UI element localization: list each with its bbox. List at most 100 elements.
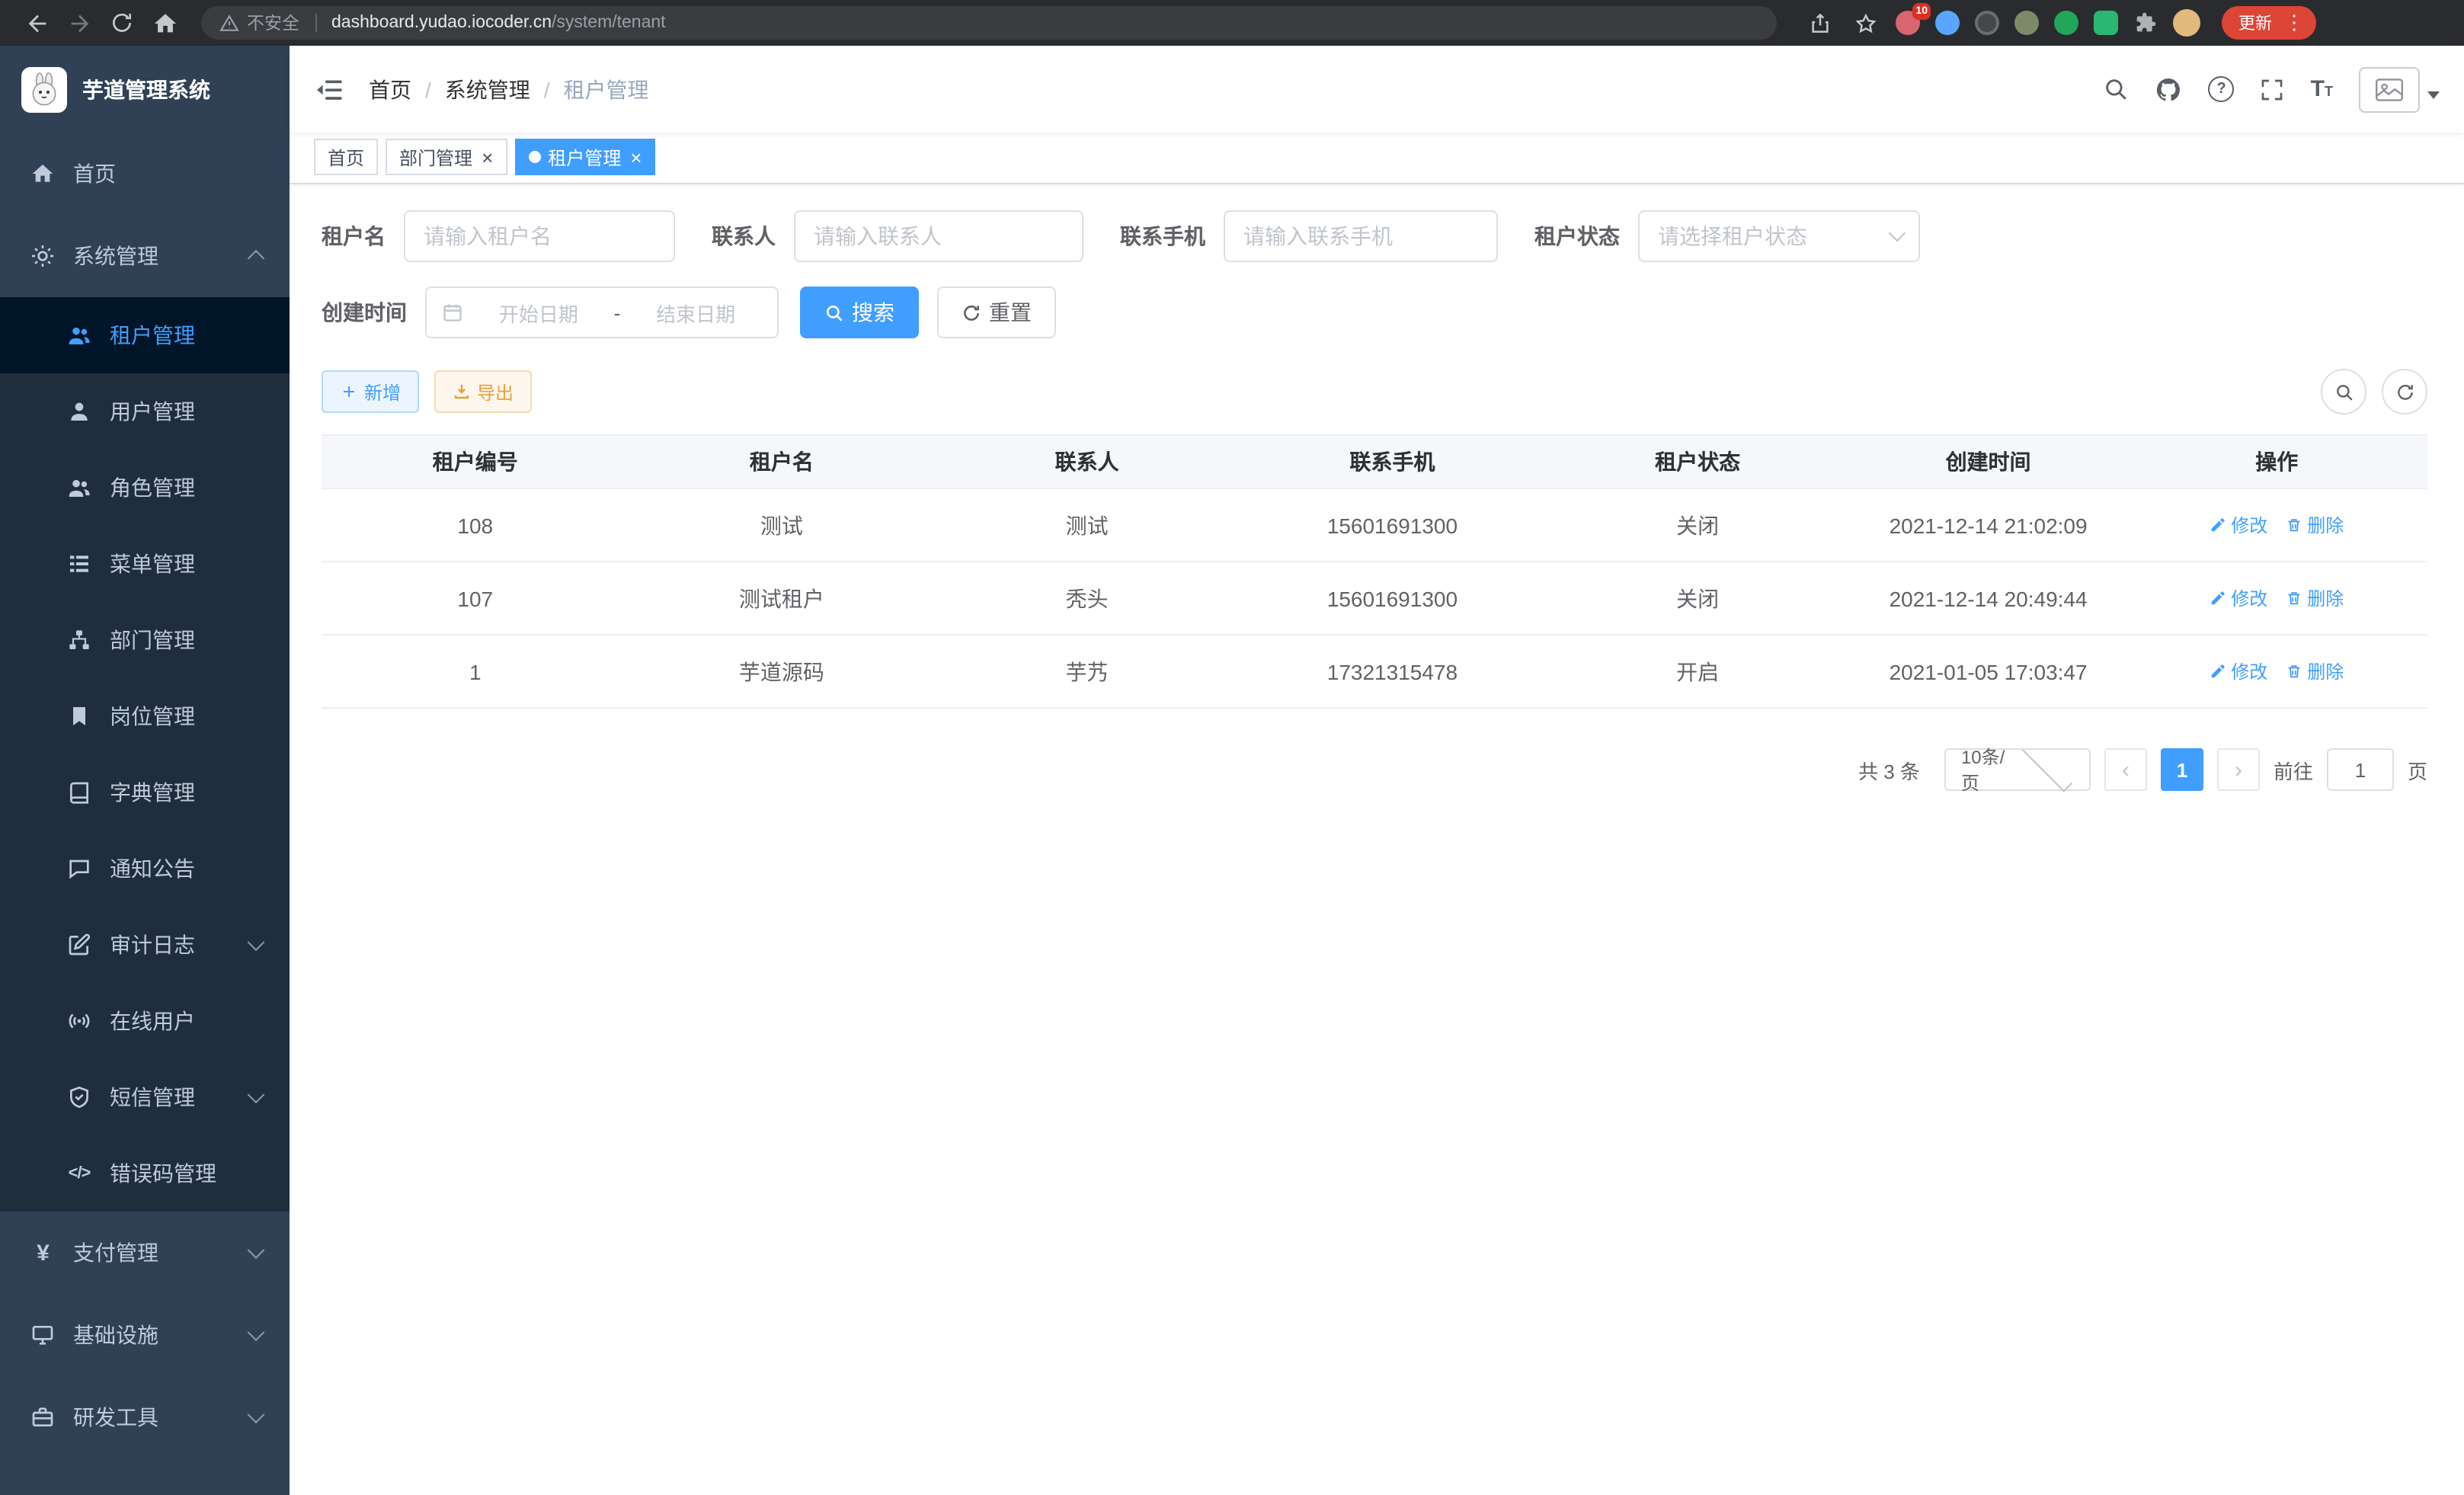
sidebar-item[interactable]: 系统管理 (0, 215, 290, 297)
fullscreen-icon[interactable] (2261, 77, 2285, 101)
column-header: 创建时间 (1851, 436, 2126, 488)
breadcrumb-item[interactable]: 系统管理 (445, 74, 564, 104)
breadcrumb-item[interactable]: 租户管理 (564, 74, 649, 104)
cell-contact: 秃头 (934, 562, 1240, 634)
help-icon[interactable]: ? (2209, 76, 2235, 102)
reload-icon[interactable] (101, 2, 143, 44)
cell-phone: 15601691300 (1240, 489, 1545, 561)
delete-link[interactable]: 删除 (2286, 585, 2344, 611)
logo[interactable]: 芋道管理系统 (0, 46, 290, 133)
sidebar-item[interactable]: ¥ 支付管理 (0, 1212, 290, 1294)
url-bar[interactable]: 不安全 dashboard.yudao.iocoder.cn/system/te… (201, 6, 1777, 40)
tenant-name-input[interactable] (404, 210, 675, 262)
goto-unit: 页 (2408, 755, 2427, 784)
home-icon[interactable] (143, 2, 186, 44)
date-separator: - (614, 301, 621, 324)
close-icon[interactable]: × (630, 147, 642, 167)
sidebar-item[interactable]: 研发工具 (0, 1376, 290, 1458)
date-range-picker[interactable]: 开始日期 - 结束日期 (425, 287, 779, 338)
extension-icon[interactable] (2094, 11, 2118, 35)
reset-button[interactable]: 重置 (937, 287, 1056, 338)
edit-link[interactable]: 修改 (2210, 512, 2267, 538)
tab[interactable]: 首页 (314, 139, 378, 175)
delete-link[interactable]: 删除 (2286, 512, 2344, 538)
breadcrumb-item[interactable]: 首页 (369, 74, 445, 104)
url-path: /system/tenant (552, 14, 666, 32)
contact-input[interactable] (794, 210, 1083, 262)
extension-icon[interactable] (2054, 11, 2078, 35)
close-icon[interactable]: × (482, 147, 493, 167)
github-icon[interactable] (2155, 75, 2183, 103)
cell-tenant-id: 1 (322, 635, 629, 707)
sidebar-item[interactable]: 短信管理 (0, 1059, 290, 1135)
sidebar-item-label: 审计日志 (110, 930, 195, 960)
delete-link[interactable]: 删除 (2286, 658, 2344, 684)
field-label: 联系手机 (1120, 221, 1205, 251)
sidebar-item-label: 字典管理 (110, 777, 195, 808)
sidebar-item[interactable]: 基础设施 (0, 1294, 290, 1376)
extension-icon[interactable] (1935, 11, 1960, 35)
pencil-icon (2210, 663, 2226, 680)
sidebar-item[interactable]: 在线用户 (0, 983, 290, 1059)
online-icon (67, 1009, 91, 1033)
trash-icon (2286, 590, 2302, 607)
profile-avatar[interactable] (2173, 9, 2200, 37)
site-security[interactable]: 不安全 (219, 11, 299, 35)
menu-fold-icon[interactable] (314, 74, 344, 104)
add-button[interactable]: 新增 (322, 370, 419, 413)
sidebar-item[interactable]: 部门管理 (0, 602, 290, 678)
tab[interactable]: 部门管理 × (386, 139, 507, 175)
screen: 不安全 dashboard.yudao.iocoder.cn/system/te… (0, 0, 2464, 1495)
sidebar-item-label: 短信管理 (110, 1082, 195, 1112)
tab[interactable]: 租户管理 × (514, 139, 655, 175)
sidebar-item[interactable]: 审计日志 (0, 907, 290, 983)
sidebar-item[interactable]: 用户管理 (0, 373, 290, 450)
browser-toolbar: 不安全 dashboard.yudao.iocoder.cn/system/te… (0, 0, 2464, 46)
export-button[interactable]: 导出 (434, 370, 532, 413)
sidebar-item[interactable]: 首页 (0, 133, 290, 215)
update-button[interactable]: 更新 ⋮ (2222, 6, 2316, 40)
extension-icon[interactable]: 10 (1896, 11, 1920, 35)
phone-input[interactable] (1224, 210, 1498, 262)
sidebar-item[interactable]: 通知公告 (0, 831, 290, 907)
sidebar-item-label: 通知公告 (110, 853, 195, 884)
sidebar-item[interactable]: 租户管理 (0, 297, 290, 373)
search-button[interactable]: 搜索 (800, 287, 919, 338)
status-select[interactable]: 请选择租户状态 (1638, 210, 1920, 262)
user-menu[interactable] (2359, 66, 2440, 112)
prev-page-button[interactable]: ‹ (2104, 748, 2147, 791)
sidebar-item[interactable]: 岗位管理 (0, 678, 290, 754)
browser-menu-icon[interactable]: ⋮ (2280, 11, 2309, 35)
sidebar-item[interactable]: 字典管理 (0, 754, 290, 831)
extension-icon[interactable] (1975, 11, 1999, 35)
table-header: 租户编号租户名联系人联系手机租户状态创建时间操作 (322, 434, 2427, 489)
edit-link[interactable]: 修改 (2210, 585, 2267, 611)
sidebar-item[interactable]: 角色管理 (0, 450, 290, 526)
edit-link[interactable]: 修改 (2210, 658, 2267, 684)
extensions-puzzle-icon[interactable] (2133, 11, 2158, 35)
refresh-icon[interactable] (2382, 369, 2427, 415)
cell-tenant-name: 测试 (629, 489, 935, 561)
cell-contact: 芋艿 (934, 635, 1240, 707)
back-icon[interactable] (15, 2, 58, 44)
chevron-down-icon (1889, 225, 1906, 242)
calendar-icon (442, 302, 463, 323)
tab-label: 部门管理 (399, 144, 472, 170)
goto-page-input[interactable] (2327, 748, 2394, 791)
share-icon[interactable] (1804, 2, 1835, 44)
page-size-select[interactable]: 10条/页 (1944, 748, 2091, 791)
page-1-button[interactable]: 1 (2161, 748, 2203, 791)
search-icon[interactable] (2104, 76, 2130, 102)
sidebar-item[interactable]: 菜单管理 (0, 526, 290, 602)
chevron-down-icon (248, 1324, 265, 1341)
forward-icon[interactable] (58, 2, 101, 44)
extension-icon[interactable] (2014, 11, 2039, 35)
column-header: 租户编号 (322, 436, 629, 488)
show-search-icon[interactable] (2321, 369, 2366, 415)
column-header: 联系人 (934, 436, 1240, 488)
next-page-button[interactable]: › (2217, 748, 2260, 791)
cell-operations: 修改 删除 (2126, 562, 2427, 634)
font-size-icon[interactable]: TT (2311, 78, 2333, 101)
bookmark-star-icon[interactable] (1850, 2, 1880, 44)
sidebar-item[interactable]: </> 错误码管理 (0, 1135, 290, 1212)
